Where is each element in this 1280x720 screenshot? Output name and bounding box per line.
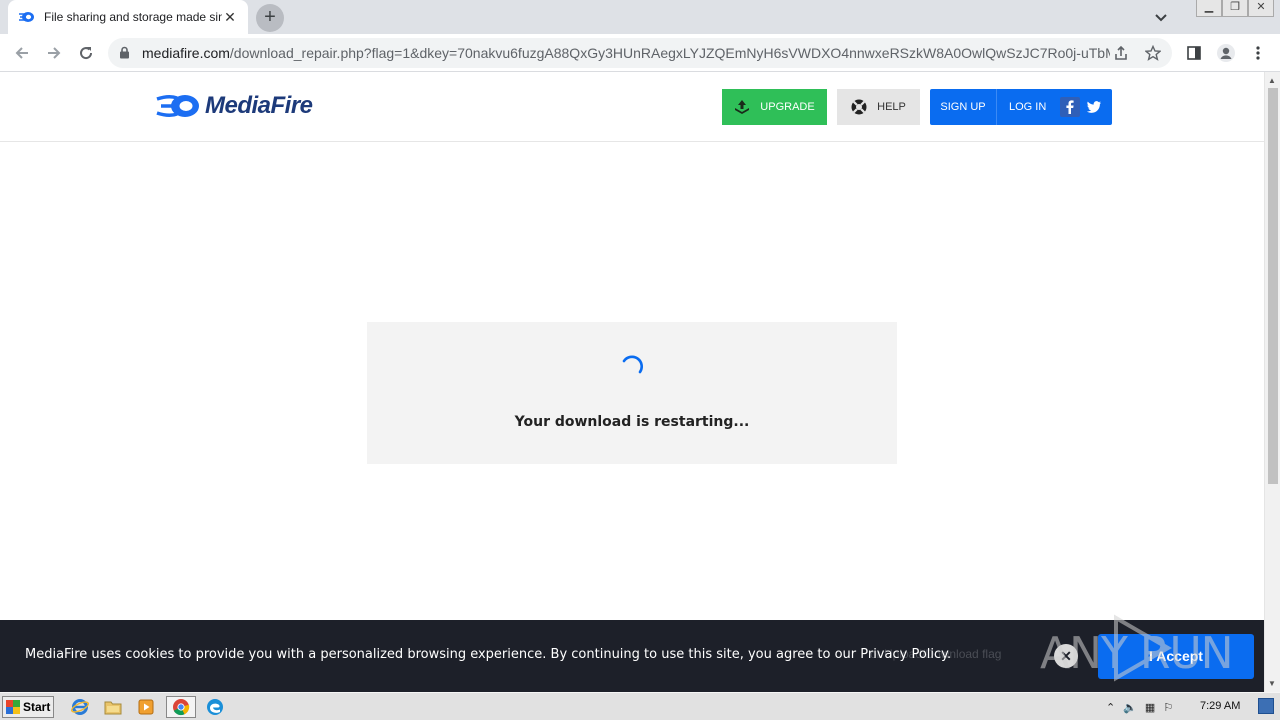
window-close-icon[interactable]: ✕ xyxy=(1248,0,1274,17)
mediafire-flame-icon xyxy=(156,94,199,118)
sign-up-button[interactable]: SIGN UP xyxy=(930,89,997,125)
log-in-button[interactable]: LOG IN xyxy=(997,101,1046,113)
cookie-banner: or Upload/Download flag MediaFire uses c… xyxy=(0,614,1264,692)
back-arrow-icon[interactable] xyxy=(12,43,32,63)
facebook-icon[interactable] xyxy=(1060,97,1080,120)
network-icon[interactable]: ▦ xyxy=(1145,701,1155,714)
show-desktop-icon[interactable] xyxy=(1258,698,1274,714)
browser-menu-icon[interactable] xyxy=(1248,43,1268,63)
cookie-notice-text: MediaFire uses cookies to provide you wi… xyxy=(25,647,952,662)
site-header: MediaFire UPGRADE HELP SIGN UP LOG IN xyxy=(0,72,1264,142)
address-bar[interactable]: mediafire.com/download_repair.php?flag=1… xyxy=(108,38,1172,68)
lock-icon[interactable] xyxy=(119,46,130,64)
volume-icon[interactable]: 🔈 xyxy=(1123,701,1137,714)
url-domain: mediafire.com xyxy=(142,45,230,61)
upgrade-icon xyxy=(734,99,750,115)
share-icon[interactable] xyxy=(1112,44,1130,62)
page-viewport: MediaFire UPGRADE HELP SIGN UP LOG IN Yo… xyxy=(0,72,1264,692)
help-button[interactable]: HELP xyxy=(837,89,920,125)
action-center-flag-icon[interactable]: ⚐ xyxy=(1163,701,1173,714)
logo-wordmark: MediaFire xyxy=(205,92,313,119)
loading-spinner-icon xyxy=(622,355,643,374)
media-player-icon[interactable] xyxy=(134,696,158,718)
lifebuoy-icon xyxy=(851,99,867,115)
scrollbar-thumb[interactable] xyxy=(1268,88,1278,484)
auth-button-group: SIGN UP LOG IN xyxy=(930,89,1112,125)
restore-icon[interactable]: ❐ xyxy=(1222,0,1248,17)
mediafire-logo[interactable]: MediaFire xyxy=(155,92,313,120)
tab-close-icon[interactable]: ✕ xyxy=(222,9,238,25)
profile-avatar-icon[interactable] xyxy=(1216,43,1236,63)
help-label: HELP xyxy=(877,101,906,113)
tray-expand-icon[interactable]: ⌃ xyxy=(1106,701,1115,714)
url-path: /download_repair.php?flag=1&dkey=70nakvu… xyxy=(229,45,1110,61)
taskbar-clock[interactable]: 7:29 AM xyxy=(1200,700,1240,712)
browser-tab-strip: File sharing and storage made simple ✕ +… xyxy=(0,0,1280,34)
tab-search-chevron-icon[interactable] xyxy=(1152,8,1170,26)
start-label: Start xyxy=(23,700,51,714)
page-scrollbar[interactable]: ▲ ▼ xyxy=(1264,72,1280,692)
forward-arrow-icon[interactable] xyxy=(44,43,64,63)
scroll-up-arrow-icon[interactable]: ▲ xyxy=(1268,76,1276,85)
twitter-icon[interactable] xyxy=(1084,97,1104,120)
minimize-icon[interactable]: ▁ xyxy=(1196,0,1222,17)
start-button[interactable]: Start xyxy=(2,696,54,718)
browser-tab[interactable]: File sharing and storage made simple ✕ xyxy=(8,0,248,34)
bookmark-star-icon[interactable] xyxy=(1144,44,1162,62)
internet-explorer-icon[interactable] xyxy=(68,696,92,718)
cookie-close-button[interactable]: ✕ xyxy=(1054,644,1078,668)
tab-title: File sharing and storage made simple xyxy=(44,10,222,24)
windows-taskbar: Start ⌃ 🔈 ▦ ⚐ 7:29 AM xyxy=(0,692,1280,720)
url-text[interactable]: mediafire.com/download_repair.php?flag=1… xyxy=(142,45,1110,61)
side-panel-icon[interactable] xyxy=(1184,43,1204,63)
system-tray: ⌃ 🔈 ▦ ⚐ xyxy=(1106,696,1173,718)
reload-icon[interactable] xyxy=(76,43,96,63)
edge-browser-icon[interactable] xyxy=(203,696,227,718)
new-tab-button[interactable]: + xyxy=(256,4,284,32)
browser-toolbar: mediafire.com/download_repair.php?flag=1… xyxy=(0,34,1280,72)
download-status-text: Your download is restarting... xyxy=(514,414,750,430)
windows-flag-icon xyxy=(6,700,20,714)
chrome-taskbar-icon[interactable] xyxy=(166,696,196,718)
upgrade-label: UPGRADE xyxy=(760,101,815,113)
file-explorer-icon[interactable] xyxy=(101,696,125,718)
upgrade-button[interactable]: UPGRADE xyxy=(722,89,827,125)
download-restart-panel: Your download is restarting... xyxy=(367,322,897,464)
scroll-down-arrow-icon[interactable]: ▼ xyxy=(1268,679,1276,688)
cookie-accept-button[interactable]: I Accept xyxy=(1098,634,1254,679)
mediafire-favicon-icon xyxy=(18,8,36,26)
